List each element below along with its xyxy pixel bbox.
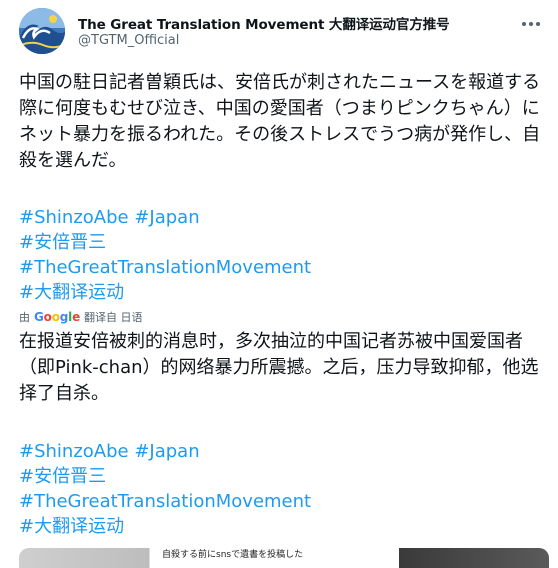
media-caption: 自殺する前にsnsで遺書を投稿した: [149, 548, 399, 568]
translation-attribution: 由 Google 翻译自 日语: [19, 309, 143, 325]
google-logo[interactable]: Google: [34, 310, 80, 324]
hashtag-link[interactable]: #安倍晋三: [19, 230, 311, 255]
tweet-original-text: 中国の駐日記者曽穎氏は、安倍氏が刺されたニュースを報道する際に何度もむせび泣き、…: [19, 72, 541, 171]
media-image-right[interactable]: [399, 548, 549, 568]
hashtag-list-original: #ShinzoAbe #Japan #安倍晋三 #TheGreatTransla…: [19, 205, 311, 305]
media-preview[interactable]: 自殺する前にsnsで遺書を投稿した: [19, 548, 549, 568]
hashtag-link[interactable]: #大翻译运动: [19, 280, 311, 305]
account-display-name[interactable]: The Great Translation Movement 大翻译运动官方推号: [78, 13, 450, 33]
account-handle[interactable]: @TGTM_Official: [78, 33, 179, 48]
hashtag-link[interactable]: #TheGreatTranslationMovement: [19, 255, 311, 280]
translation-prefix: 由: [19, 311, 30, 324]
hashtag-link[interactable]: #TheGreatTranslationMovement: [19, 489, 311, 514]
great-wave-avatar-icon[interactable]: [19, 8, 65, 54]
more-options-icon[interactable]: [522, 20, 542, 28]
hashtag-link[interactable]: #大翻译运动: [19, 514, 311, 539]
hashtag-link[interactable]: #ShinzoAbe #Japan: [19, 439, 311, 464]
tweet-translated-text: 在报道安倍被刺的消息时，多次抽泣的中国记者苏被中国爱国者（即Pink-chan）…: [19, 331, 539, 404]
tweet-card: The Great Translation Movement 大翻译运动官方推号…: [0, 0, 558, 568]
hashtag-list-translated: #ShinzoAbe #Japan #安倍晋三 #TheGreatTransla…: [19, 439, 311, 539]
hashtag-link[interactable]: #ShinzoAbe #Japan: [19, 205, 311, 230]
media-image-left[interactable]: [19, 548, 149, 568]
translation-suffix: 翻译自 日语: [84, 311, 143, 324]
hashtag-link[interactable]: #安倍晋三: [19, 464, 311, 489]
